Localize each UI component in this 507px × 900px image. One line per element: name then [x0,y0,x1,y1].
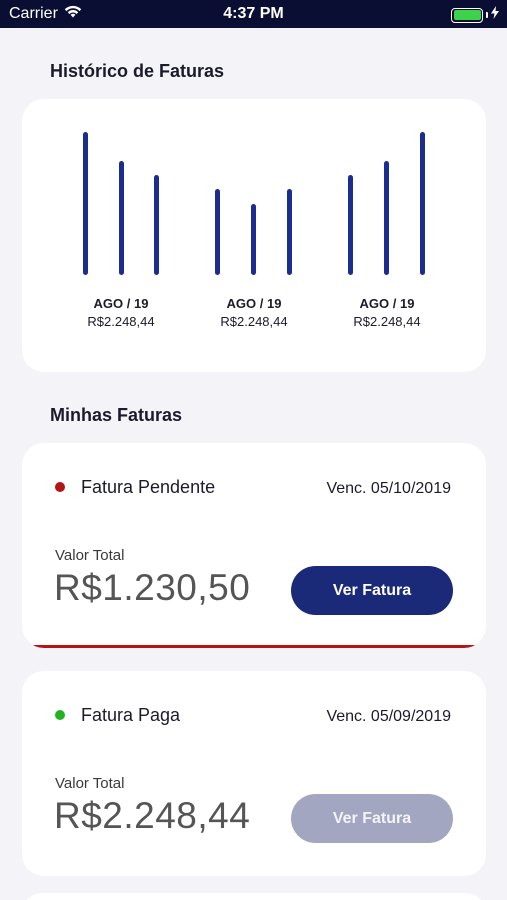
battery-fill [453,10,481,20]
battery-tip [486,12,488,18]
history-month-label: AGO / 19 [93,296,149,311]
status-bar: Carrier 4:37 PM [0,0,507,28]
history-month-label: AGO / 19 [226,296,282,311]
total-amount: R$1.230,50 [54,567,251,608]
history-bar [118,160,124,275]
history-bar [347,174,353,275]
history-chart-card: AGO / 19 R$2.248,44 AGO / 19 R$2.248,44 … [22,99,486,372]
total-amount: R$2.248,44 [54,795,251,836]
total-label: Valor Total [55,547,125,564]
pending-accent-line [22,645,486,648]
invoice-due-date: Venc. 05/10/2019 [326,480,451,497]
history-bar [383,160,389,275]
history-bar [214,189,220,275]
clock: 4:37 PM [223,5,284,22]
history-bar [286,189,292,275]
invoice-due-date: Venc. 05/09/2019 [326,708,451,725]
history-bar [419,132,425,275]
invoice-status: Fatura Paga [81,705,181,725]
invoice-card-pending[interactable]: Fatura Pendente Venc. 05/10/2019 Valor T… [22,443,486,648]
history-bar [153,174,159,275]
history-bar [250,203,256,275]
invoice-card-paid[interactable]: Fatura Paga Venc. 05/09/2019 Valor Total… [22,671,486,876]
history-bar [82,132,88,275]
view-invoice-button[interactable]: Ver Fatura [291,566,453,615]
next-invoice-card[interactable] [22,893,486,900]
history-amount-label: R$2.248,44 [87,314,155,329]
history-amount-label: R$2.248,44 [220,314,288,329]
status-dot-icon [55,710,65,720]
battery-indicator [451,6,499,24]
status-dot-icon [55,482,65,492]
invoices-title: Minhas Faturas [50,405,183,425]
invoice-status: Fatura Pendente [81,477,216,497]
charging-bolt-icon [491,6,499,24]
battery-icon [451,7,483,23]
history-amount-label: R$2.248,44 [353,314,421,329]
history-title: Histórico de Faturas [50,61,225,81]
view-invoice-button: Ver Fatura [291,794,453,843]
history-month-label: AGO / 19 [359,296,415,311]
total-label: Valor Total [55,775,125,792]
